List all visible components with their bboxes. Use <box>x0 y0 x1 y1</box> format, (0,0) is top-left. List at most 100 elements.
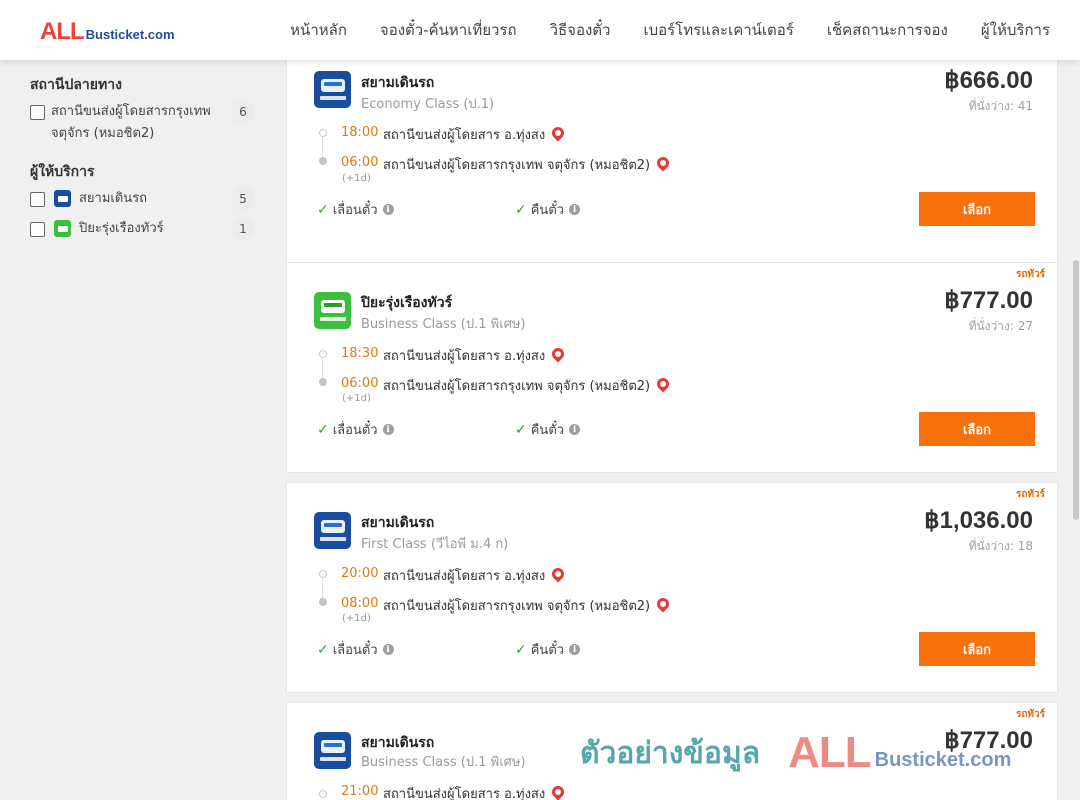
change-ticket-feature: ✓ เลื่อนตั๋ว i <box>317 639 394 660</box>
site-logo[interactable]: ALL Busticket.com <box>40 18 175 46</box>
next-day-label: (+1d) <box>342 173 371 184</box>
destination-checkbox[interactable] <box>30 105 45 120</box>
map-pin-icon[interactable] <box>654 375 672 393</box>
arrival-station: สถานีขนส่งผู้โดยสารกรุงเทพ จตุจักร (หมอช… <box>383 154 672 175</box>
departure-station: สถานีขนส่งผู้โดยสาร อ.ทุ่งสง <box>383 783 567 800</box>
nav-check-booking[interactable]: เช็คสถานะการจอง <box>827 18 948 42</box>
map-pin-icon[interactable] <box>654 154 672 172</box>
operator-checkbox-piya[interactable] <box>30 222 45 237</box>
change-ticket-feature: ✓ เลื่อนตั๋ว i <box>317 419 394 440</box>
top-header: ALL Busticket.com หน้าหลัก จองตั๋ว-ค้นหา… <box>0 0 1080 60</box>
info-icon[interactable]: i <box>382 204 394 215</box>
operator-checkbox-siam[interactable] <box>30 192 45 207</box>
logo-all-text: ALL <box>40 18 85 45</box>
seats-available: ที่นั่งว่าง: 41 <box>968 99 1033 113</box>
route-timeline <box>319 350 327 386</box>
destination-filter-item[interactable]: สถานีขนส่งผู้โดยสารกรุงเทพ จตุจักร (หมอช… <box>30 100 255 145</box>
operator-name: สยามเดินรถ <box>361 75 435 91</box>
siam-bus-logo-icon <box>314 732 351 769</box>
destination-count-badge: 6 <box>231 100 255 124</box>
info-icon[interactable]: i <box>569 204 581 215</box>
info-icon[interactable]: i <box>382 424 394 435</box>
siam-bus-logo-icon <box>314 512 351 549</box>
operator-filter-item-siam[interactable]: สยามเดินรถ 5 <box>30 187 255 211</box>
operator-count-badge: 1 <box>231 217 255 241</box>
operator-name: สยามเดินรถ <box>361 515 435 531</box>
map-pin-icon[interactable] <box>549 565 567 583</box>
bus-class: Economy Class (ป.1) <box>361 97 495 112</box>
info-icon[interactable]: i <box>382 644 394 655</box>
map-pin-icon[interactable] <box>654 595 672 613</box>
info-icon[interactable]: i <box>569 644 581 655</box>
departure-time: 18:30 <box>341 346 379 361</box>
arrival-station-text: สถานีขนส่งผู้โดยสารกรุงเทพ จตุจักร (หมอช… <box>383 599 651 614</box>
page-scrollbar[interactable] <box>1072 60 1080 800</box>
check-icon: ✓ <box>515 641 527 658</box>
trip-price: ฿1,036.00 <box>924 507 1033 534</box>
trip-card: สยามเดินรถ Economy Class (ป.1) ฿666.00 ท… <box>286 60 1058 271</box>
check-icon: ✓ <box>317 421 329 438</box>
destination-filter-label: สถานีขนส่งผู้โดยสารกรุงเทพ จตุจักร (หมอช… <box>51 104 211 141</box>
arrival-station-text: สถานีขนส่งผู้โดยสารกรุงเทพ จตุจักร (หมอช… <box>383 379 651 394</box>
check-icon: ✓ <box>515 421 527 438</box>
coach-tag: รถทัวร์ <box>1015 489 1045 500</box>
change-ticket-feature: ✓ เลื่อนตั๋ว i <box>317 199 394 220</box>
select-trip-button[interactable]: เลือก <box>919 412 1035 446</box>
select-trip-button[interactable]: เลือก <box>919 192 1035 226</box>
nav-operators[interactable]: ผู้ให้บริการ <box>981 18 1050 42</box>
refund-ticket-label: คืนตั๋ว <box>530 643 565 658</box>
operator-filter-label: สยามเดินรถ <box>79 191 148 206</box>
nav-contact-counters[interactable]: เบอร์โทรและเคาน์เตอร์ <box>643 18 793 42</box>
operator-name: ปิยะรุ่งเรืองทัวร์ <box>361 295 453 311</box>
departure-station: สถานีขนส่งผู้โดยสาร อ.ทุ่งสง <box>383 124 567 145</box>
arrival-time: 06:00 <box>341 155 379 170</box>
check-icon: ✓ <box>515 201 527 218</box>
map-pin-icon[interactable] <box>549 345 567 363</box>
arrival-time: 08:00 <box>341 596 379 611</box>
refund-ticket-feature: ✓ คืนตั๋ว i <box>515 639 581 660</box>
departure-station-text: สถานีขนส่งผู้โดยสาร อ.ทุ่งสง <box>383 787 546 800</box>
select-trip-button[interactable]: เลือก <box>919 632 1035 666</box>
change-ticket-label: เลื่อนตั๋ว <box>332 643 378 658</box>
map-pin-icon[interactable] <box>549 124 567 142</box>
check-icon: ✓ <box>317 201 329 218</box>
operator-filter-label: ปิยะรุ่งเรืองทัวร์ <box>79 221 164 236</box>
departure-station-text: สถานีขนส่งผู้โดยสาร อ.ทุ่งสง <box>383 569 546 584</box>
arrival-station-text: สถานีขนส่งผู้โดยสารกรุงเทพ จตุจักร (หมอช… <box>383 158 651 173</box>
nav-how-to-book[interactable]: วิธีจองตั๋ว <box>550 18 611 42</box>
refund-ticket-label: คืนตั๋ว <box>530 423 565 438</box>
info-icon[interactable]: i <box>569 424 581 435</box>
check-icon: ✓ <box>317 641 329 658</box>
seats-available: ที่นั่งว่าง: 27 <box>968 319 1033 333</box>
trip-card: รถทัวร์ สยามเดินรถ First Class (วีไอพี ม… <box>286 482 1058 693</box>
trip-price: ฿777.00 <box>944 287 1033 314</box>
departure-time: 18:00 <box>341 125 379 140</box>
nav-book-search[interactable]: จองตั๋ว-ค้นหาเที่ยวรถ <box>380 18 517 42</box>
change-ticket-label: เลื่อนตั๋ว <box>332 423 378 438</box>
bus-class: Business Class (ป.1 พิเศษ) <box>361 317 526 332</box>
operator-filter-title: ผู้ให้บริการ <box>30 164 95 180</box>
operator-count-badge: 5 <box>231 187 255 211</box>
piya-bus-logo-icon <box>314 292 351 329</box>
change-ticket-label: เลื่อนตั๋ว <box>332 203 378 218</box>
destination-filter-title: สถานีปลายทาง <box>30 77 122 93</box>
departure-time: 20:00 <box>341 566 379 581</box>
departure-station-text: สถานีขนส่งผู้โดยสาร อ.ทุ่งสง <box>383 349 546 364</box>
nav-home[interactable]: หน้าหลัก <box>290 18 347 42</box>
filter-sidebar: สถานีปลายทาง สถานีขนส่งผู้โดยสารกรุงเทพ … <box>0 60 272 800</box>
trip-card: รถทัวร์ ปิยะรุ่งเรืองทัวร์ Business Clas… <box>286 262 1058 473</box>
next-day-label: (+1d) <box>342 393 371 404</box>
route-timeline <box>319 790 327 800</box>
siam-bus-logo-icon <box>314 71 351 108</box>
map-pin-icon[interactable] <box>549 783 567 800</box>
scrollbar-thumb[interactable] <box>1073 260 1079 520</box>
refund-ticket-label: คืนตั๋ว <box>530 203 565 218</box>
main-nav: หน้าหลัก จองตั๋ว-ค้นหาเที่ยวรถ วิธีจองตั… <box>257 0 1050 60</box>
trip-price: ฿666.00 <box>944 67 1033 94</box>
coach-tag: รถทัวร์ <box>1015 269 1045 280</box>
route-timeline <box>319 570 327 606</box>
coach-tag: รถทัวร์ <box>1015 709 1045 720</box>
siam-bus-logo-icon <box>54 190 71 207</box>
operator-filter-item-piya[interactable]: ปิยะรุ่งเรืองทัวร์ 1 <box>30 217 255 241</box>
trip-price: ฿777.00 <box>944 727 1033 754</box>
